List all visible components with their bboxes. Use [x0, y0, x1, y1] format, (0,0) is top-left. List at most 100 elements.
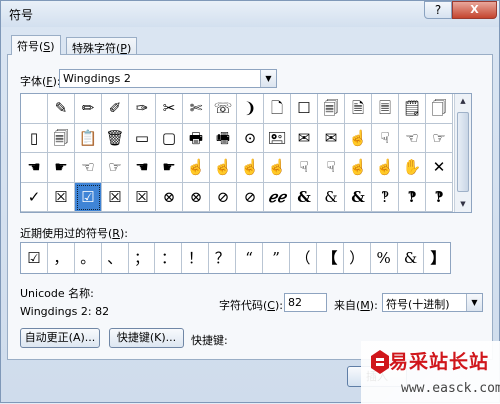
font-dropdown[interactable]: Wingdings 2 ▼: [59, 69, 277, 88]
symbol-cell[interactable]: ✋: [399, 153, 426, 183]
symbol-cell[interactable]: ✎: [48, 94, 75, 124]
symbol-cell[interactable]: ▢: [156, 123, 183, 153]
symbol-cell[interactable]: &: [318, 182, 345, 212]
symbol-cell[interactable]: ✂: [156, 94, 183, 124]
recent-symbol[interactable]: ）: [344, 243, 371, 273]
symbol-cell[interactable]: 🖭: [264, 123, 291, 153]
unicode-name-label: Unicode 名称:: [20, 287, 94, 300]
autocorrect-button[interactable]: 自动更正(A)...: [20, 328, 100, 348]
char-code-input[interactable]: 82: [284, 293, 327, 312]
from-value: 符号(十进制): [386, 298, 450, 311]
symbol-cell[interactable]: ✕: [426, 153, 453, 183]
symbol-cell[interactable]: ☟: [372, 123, 399, 153]
shortcut-label: 快捷键:: [191, 334, 228, 347]
symbol-cell[interactable]: ☒: [102, 182, 129, 212]
recent-symbol[interactable]: 【: [317, 243, 344, 273]
symbol-cell[interactable]: ☜: [75, 153, 102, 183]
symbol-cell[interactable]: 🗐: [318, 94, 345, 124]
recent-symbol[interactable]: %: [371, 243, 398, 273]
symbol-cell[interactable]: 🗒: [399, 94, 426, 124]
scrollbar-thumb[interactable]: [457, 112, 469, 192]
help-button[interactable]: ?: [424, 1, 452, 19]
symbol-cell[interactable]: ‽: [372, 182, 399, 212]
symbol-cell[interactable]: 🗏: [372, 94, 399, 124]
symbol-cell[interactable]: ⊗: [156, 182, 183, 212]
symbol-cell[interactable]: ✄: [183, 94, 210, 124]
symbol-cell[interactable]: ☜: [399, 123, 426, 153]
symbol-cell[interactable]: ✑: [129, 94, 156, 124]
symbol-cell[interactable]: 🗋: [264, 94, 291, 124]
recent-symbol[interactable]: ☑: [21, 243, 48, 273]
close-button[interactable]: X: [452, 1, 497, 19]
symbol-cell[interactable]: 🗑: [102, 123, 129, 153]
recent-symbol[interactable]: ”: [263, 243, 290, 273]
symbol-cell[interactable]: ✐: [102, 94, 129, 124]
recent-symbol[interactable]: 、: [102, 243, 129, 273]
symbol-cell[interactable]: ✓: [21, 182, 48, 212]
recent-symbol[interactable]: 】: [425, 243, 452, 273]
symbol-cell[interactable]: ☚: [21, 153, 48, 183]
symbol-cell[interactable]: ☝: [183, 153, 210, 183]
symbol-cell[interactable]: ☛: [156, 153, 183, 183]
recent-symbol[interactable]: ：: [156, 243, 183, 273]
symbol-cell[interactable]: ⊘: [210, 182, 237, 212]
symbol-cell[interactable]: 🖷: [210, 123, 237, 153]
symbol-cell[interactable]: ☝: [345, 123, 372, 153]
symbol-cell[interactable]: ☝: [372, 153, 399, 183]
scroll-up-icon[interactable]: ▲: [455, 94, 471, 108]
chevron-down-icon[interactable]: ▼: [466, 294, 482, 311]
symbol-cell[interactable]: &: [291, 182, 318, 212]
recent-symbol[interactable]: ，: [48, 243, 75, 273]
symbol-cell[interactable]: ✉: [318, 123, 345, 153]
symbol-cell[interactable]: &: [345, 182, 372, 212]
symbol-cell[interactable]: ⊙: [237, 123, 264, 153]
symbol-cell[interactable]: 🖶: [183, 123, 210, 153]
symbol-cell[interactable]: [21, 94, 48, 124]
recent-symbol[interactable]: 。: [75, 243, 102, 273]
symbol-cell[interactable]: ✏: [75, 94, 102, 124]
tab-symbols[interactable]: 符号(S): [11, 35, 61, 55]
symbol-cell[interactable]: ℯℯ: [264, 182, 291, 212]
symbol-cell[interactable]: ▯: [21, 123, 48, 153]
symbol-cell[interactable]: ☒: [129, 182, 156, 212]
tab-special-characters[interactable]: 特殊字符(P): [66, 37, 138, 55]
symbol-cell[interactable]: ☛: [48, 153, 75, 183]
chevron-down-icon[interactable]: ▼: [260, 70, 276, 87]
symbol-cell[interactable]: ☞: [102, 153, 129, 183]
symbol-cell[interactable]: ❩: [237, 94, 264, 124]
from-dropdown[interactable]: 符号(十进制) ▼: [382, 293, 483, 312]
symbol-cell[interactable]: ☝: [210, 153, 237, 183]
symbol-cell[interactable]: ⊗: [183, 182, 210, 212]
recent-symbol[interactable]: “: [236, 243, 264, 273]
symbol-cell[interactable]: 🗐: [48, 123, 75, 153]
recent-symbol[interactable]: ！: [182, 243, 210, 273]
symbol-cell[interactable]: ☝: [237, 153, 264, 183]
shortcut-key-button[interactable]: 快捷键(K)...: [109, 328, 184, 348]
symbol-cell[interactable]: ⊘: [237, 182, 264, 212]
symbol-cell[interactable]: ☚: [129, 153, 156, 183]
symbol-cell[interactable]: ▭: [129, 123, 156, 153]
watermark-logo-icon: [371, 350, 389, 374]
symbol-cell[interactable]: ☟: [291, 153, 318, 183]
symbol-grid-scrollbar[interactable]: ▲ ▼: [454, 94, 471, 212]
symbol-cell[interactable]: 📋: [75, 123, 102, 153]
recent-symbol[interactable]: &: [398, 243, 425, 273]
watermark: 易采站长站 www.easck.com: [361, 341, 500, 404]
symbol-cell[interactable]: 🗎: [345, 94, 372, 124]
symbol-cell[interactable]: ✉: [291, 123, 318, 153]
symbol-cell[interactable]: ☟: [318, 153, 345, 183]
symbol-cell[interactable]: ☐: [291, 94, 318, 124]
symbol-cell[interactable]: 🗍: [426, 94, 453, 124]
symbol-cell[interactable]: ☞: [426, 123, 453, 153]
symbol-cell[interactable]: ☒: [48, 182, 75, 212]
symbol-cell[interactable]: ☏: [210, 94, 237, 124]
recent-symbol[interactable]: （: [290, 243, 317, 273]
recent-symbol[interactable]: ；: [129, 243, 156, 273]
symbol-cell[interactable]: ‽: [399, 182, 426, 212]
symbol-cell[interactable]: ‽: [426, 182, 453, 212]
symbol-cell-selected[interactable]: ☑: [75, 182, 102, 212]
recent-symbol[interactable]: ？: [209, 243, 237, 273]
scroll-down-icon[interactable]: ▼: [455, 197, 471, 211]
symbol-cell[interactable]: ☝: [345, 153, 372, 183]
symbol-cell[interactable]: ☝: [264, 153, 291, 183]
